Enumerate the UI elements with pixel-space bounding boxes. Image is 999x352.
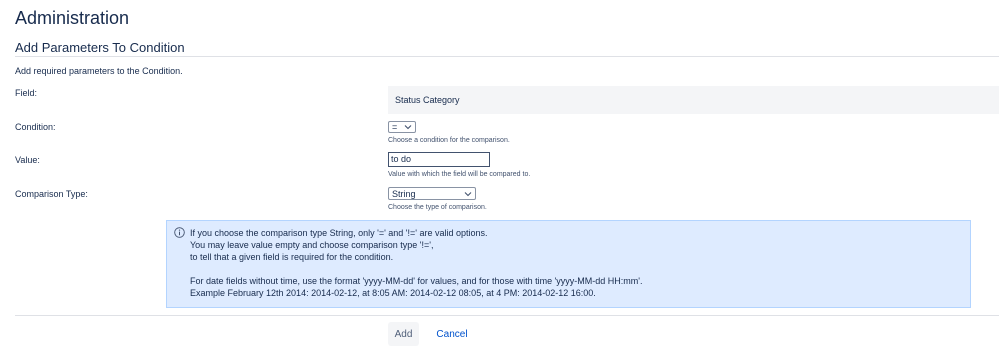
section-divider [15, 56, 999, 57]
value-input-text: to do [391, 154, 412, 164]
info-line [190, 263, 643, 275]
value-help: Value with which the field will be compa… [388, 171, 531, 178]
value-input[interactable]: to do [388, 152, 490, 167]
comparison-type-selected-value: String [392, 189, 416, 199]
field-value-box: Status Category [388, 86, 999, 114]
chevron-down-icon [404, 125, 412, 130]
info-line: If you choose the comparison type String… [190, 228, 488, 238]
info-line: to tell that a given field is required f… [190, 252, 394, 262]
info-text: If you choose the comparison type String… [190, 227, 643, 299]
chevron-down-icon [464, 192, 472, 197]
info-line: Example February 12th 2014: 2014-02-12, … [190, 288, 596, 298]
condition-selected-value: = [392, 122, 398, 132]
section-intro: Add required parameters to the Condition… [15, 66, 183, 76]
comparison-type-label: Comparison Type: [15, 189, 88, 199]
add-button[interactable]: Add [388, 322, 419, 346]
footer-divider [15, 315, 999, 316]
comparison-type-help: Choose the type of comparison. [388, 204, 487, 211]
field-value: Status Category [395, 95, 460, 105]
info-line: You may leave value empty and choose com… [190, 240, 434, 250]
info-message: If you choose the comparison type String… [166, 220, 971, 308]
field-label: Field: [15, 88, 38, 98]
condition-label: Condition: [15, 122, 56, 132]
info-circle-icon [174, 227, 185, 238]
cancel-button[interactable]: Cancel [432, 322, 472, 346]
condition-select[interactable]: = [388, 121, 416, 133]
comparison-type-select[interactable]: String [388, 187, 476, 200]
section-title: Add Parameters To Condition [15, 40, 185, 55]
condition-help: Choose a condition for the comparison. [388, 137, 510, 144]
page: Administration Add Parameters To Conditi… [0, 0, 999, 352]
page-title: Administration [15, 8, 130, 28]
value-label: Value: [15, 155, 40, 165]
info-line: For date fields without time, use the fo… [190, 276, 643, 286]
